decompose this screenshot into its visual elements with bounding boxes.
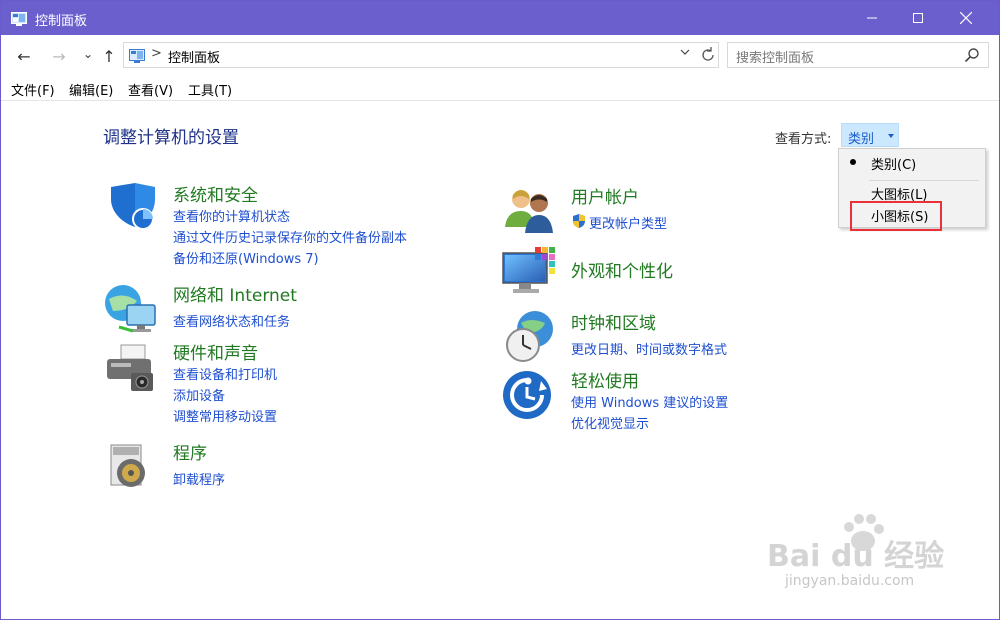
printer-icon[interactable] (103, 339, 159, 395)
window-title: 控制面板 (35, 14, 88, 29)
selected-bullet-icon (850, 159, 856, 165)
watermark-brand: Bai du 经验 (767, 539, 945, 574)
control-panel-icon (129, 48, 145, 63)
clock-icon[interactable] (501, 309, 557, 365)
menu-tools[interactable]: 工具(T) (188, 80, 232, 99)
uac-shield-icon (571, 213, 587, 233)
minimize-button[interactable] (849, 1, 895, 35)
search-icon[interactable] (964, 47, 980, 63)
users-icon[interactable] (501, 183, 557, 239)
menu-edit[interactable]: 编辑(E) (69, 80, 113, 99)
link-devices-printers[interactable]: 查看设备和打印机 (173, 364, 277, 383)
menu-view[interactable]: 查看(V) (128, 80, 173, 99)
dropdown-item-large-icons[interactable]: 大图标(L) (839, 181, 985, 203)
search-box[interactable]: 搜索控制面板 (727, 42, 989, 68)
link-file-history-backup[interactable]: 通过文件历史记录保存你的文件备份副本 (173, 227, 407, 246)
programs-icon[interactable] (103, 439, 159, 495)
link-change-date-time-format[interactable]: 更改日期、时间或数字格式 (571, 339, 727, 358)
link-network-status[interactable]: 查看网络状态和任务 (173, 311, 290, 330)
category-title[interactable]: 轻松使用 (571, 367, 639, 392)
dropdown-item-label: 类别(C) (871, 158, 917, 173)
address-bar[interactable]: > 控制面板 (123, 42, 719, 68)
control-panel-window: 控制面板 ← → ⌄ ↑ > 控制面板 搜索控制面板 文件(F) 编辑(E) 查… (0, 0, 1000, 620)
close-button[interactable] (943, 1, 989, 35)
monitor-icon[interactable] (501, 247, 557, 303)
link-optimize-visual-display[interactable]: 优化视觉显示 (571, 413, 649, 432)
category-title[interactable]: 系统和安全 (173, 181, 258, 206)
up-button[interactable]: ↑ (98, 45, 120, 67)
ease-of-access-icon[interactable] (501, 367, 557, 423)
shield-icon[interactable] (103, 181, 159, 237)
caret-down-icon[interactable] (888, 134, 894, 138)
category-title[interactable]: 程序 (173, 439, 207, 464)
title-bar: 控制面板 (1, 1, 999, 35)
page-title: 调整计算机的设置 (103, 128, 239, 148)
category-title[interactable]: 时钟和区域 (571, 309, 656, 334)
link-mobility-settings[interactable]: 调整常用移动设置 (173, 406, 277, 425)
search-input[interactable]: 搜索控制面板 (736, 47, 814, 66)
view-by-value[interactable]: 类别 (848, 128, 874, 147)
category-title[interactable]: 网络和 Internet (173, 281, 297, 306)
link-change-account-type[interactable]: 更改帐户类型 (589, 213, 667, 232)
link-windows-recommended-settings[interactable]: 使用 Windows 建议的设置 (571, 392, 728, 411)
watermark-url: jingyan.baidu.com (785, 573, 915, 589)
address-dropdown-icon[interactable] (680, 47, 690, 60)
navigation-bar: ← → ⌄ ↑ > 控制面板 搜索控制面板 (1, 35, 999, 75)
link-uninstall-program[interactable]: 卸载程序 (173, 469, 225, 488)
recent-locations-button[interactable]: ⌄ (77, 43, 99, 65)
dropdown-item-category[interactable]: 类别(C) (839, 151, 985, 173)
category-title[interactable]: 外观和个性化 (571, 257, 673, 282)
menu-file[interactable]: 文件(F) (11, 80, 55, 99)
link-view-computer-status[interactable]: 查看你的计算机状态 (173, 206, 290, 225)
breadcrumb[interactable]: 控制面板 (168, 47, 220, 66)
control-panel-icon (11, 11, 27, 26)
category-title[interactable]: 用户帐户 (571, 183, 639, 208)
breadcrumb-separator[interactable]: > (151, 46, 162, 61)
category-title[interactable]: 硬件和声音 (173, 339, 258, 364)
view-by-label: 查看方式: (775, 132, 832, 147)
maximize-button[interactable] (895, 1, 941, 35)
back-button[interactable]: ← (13, 45, 35, 67)
refresh-icon[interactable] (698, 45, 718, 65)
network-icon[interactable] (103, 281, 159, 337)
annotation-highlight-box (850, 201, 942, 231)
link-add-device[interactable]: 添加设备 (173, 385, 225, 404)
view-by-select[interactable]: 类别 (841, 123, 899, 147)
link-backup-restore[interactable]: 备份和还原(Windows 7) (173, 248, 319, 267)
menu-bar: 文件(F) 编辑(E) 查看(V) 工具(T) (1, 75, 999, 101)
forward-button[interactable]: → (48, 45, 70, 67)
